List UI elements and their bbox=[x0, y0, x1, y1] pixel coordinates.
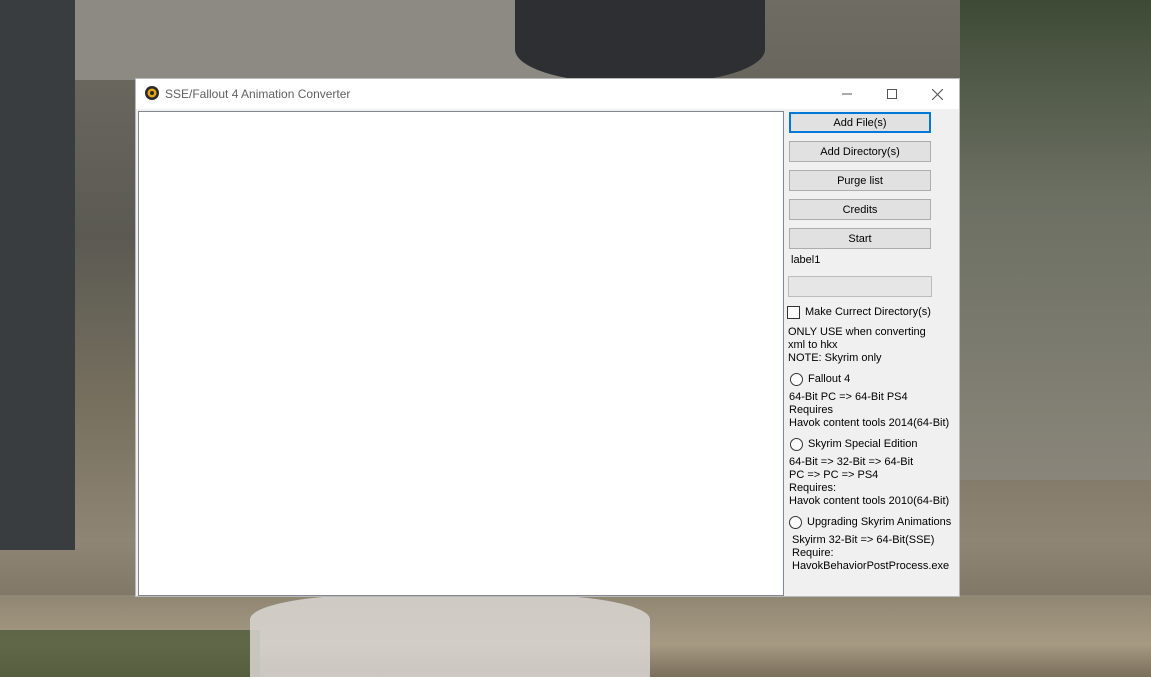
upgrade-skyrim-desc-line: Skyirm 32-Bit => 64-Bit(SSE) bbox=[792, 534, 935, 546]
close-icon[interactable] bbox=[914, 79, 960, 109]
wallpaper-dog-head bbox=[515, 0, 765, 82]
add-directory-button[interactable]: Add Directory(s) bbox=[789, 141, 931, 162]
upgrade-skyrim-radio-label[interactable]: Upgrading Skyrim Animations bbox=[807, 516, 951, 529]
upgrade-skyrim-desc-line: Require: bbox=[792, 547, 834, 559]
skyrim-se-desc-line: Havok content tools 2010(64-Bit) bbox=[789, 495, 950, 507]
upgrade-skyrim-radio[interactable] bbox=[789, 516, 802, 529]
wallpaper-dog-legs bbox=[250, 595, 650, 677]
minimize-icon[interactable] bbox=[824, 79, 870, 109]
note-line: NOTE: Skyrim only bbox=[788, 352, 882, 364]
wallpaper-left bbox=[0, 0, 75, 550]
fallout4-desc-line: Requires bbox=[789, 404, 834, 416]
window-title: SSE/Fallout 4 Animation Converter bbox=[165, 87, 351, 101]
app-icon bbox=[145, 86, 159, 100]
fallout4-desc-line: Havok content tools 2014(64-Bit) bbox=[789, 417, 950, 429]
status-label: label1 bbox=[791, 254, 821, 266]
maximize-icon[interactable] bbox=[869, 79, 915, 109]
start-button[interactable]: Start bbox=[789, 228, 931, 249]
wallpaper-grass bbox=[0, 630, 260, 677]
fallout4-radio-label[interactable]: Fallout 4 bbox=[808, 373, 850, 386]
make-current-directory-label[interactable]: Make Currect Directory(s) bbox=[805, 306, 931, 319]
purge-list-button[interactable]: Purge list bbox=[789, 170, 931, 191]
note-line: xml to hkx bbox=[788, 339, 838, 351]
upgrade-skyrim-desc-line: HavokBehaviorPostProcess.exe bbox=[792, 560, 950, 572]
wallpaper-right bbox=[960, 0, 1151, 480]
fallout4-desc-line: 64-Bit PC => 64-Bit PS4 bbox=[789, 391, 908, 403]
add-files-button[interactable]: Add File(s) bbox=[789, 112, 931, 133]
skyrim-se-radio[interactable] bbox=[790, 438, 803, 451]
note-line: ONLY USE when converting bbox=[788, 326, 926, 338]
progress-bar bbox=[788, 276, 932, 297]
skyrim-se-radio-label[interactable]: Skyrim Special Edition bbox=[808, 438, 917, 451]
title-bar[interactable]: SSE/Fallout 4 Animation Converter bbox=[136, 79, 959, 109]
skyrim-se-desc-line: PC => PC => PS4 bbox=[789, 469, 879, 481]
fallout4-radio[interactable] bbox=[790, 373, 803, 386]
make-current-directory-checkbox[interactable] bbox=[787, 306, 800, 319]
skyrim-se-desc-line: 64-Bit => 32-Bit => 64-Bit bbox=[789, 456, 914, 468]
file-list[interactable] bbox=[138, 111, 784, 596]
skyrim-se-desc-line: Requires: bbox=[789, 482, 837, 494]
credits-button[interactable]: Credits bbox=[789, 199, 931, 220]
converter-window: SSE/Fallout 4 Animation Converter Add Fi… bbox=[135, 78, 960, 597]
